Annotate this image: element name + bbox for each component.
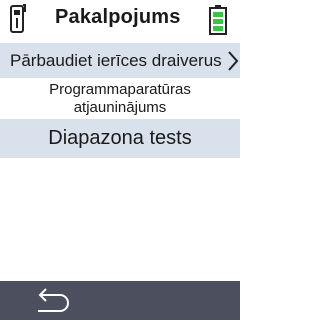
menu-item-check-drivers[interactable]: Pārbaudiet ierīces draiverus bbox=[0, 43, 240, 78]
page-title: Pakalpojums bbox=[55, 6, 181, 28]
menu-item-firmware-update[interactable]: Programmaparatūras atjauninājums bbox=[0, 79, 240, 117]
bottom-bar bbox=[0, 281, 240, 320]
menu-item-label: Pārbaudiet ierīces draiverus bbox=[10, 51, 222, 70]
menu-item-label: Programmaparatūras atjauninājums bbox=[0, 79, 240, 117]
back-button[interactable] bbox=[26, 285, 78, 317]
menu-item-label-line1: Programmaparatūras bbox=[49, 81, 191, 98]
header: Pakalpojums bbox=[0, 0, 240, 38]
pager-device-icon bbox=[6, 4, 28, 39]
back-arrow-icon bbox=[38, 288, 69, 312]
chevron-right-icon bbox=[227, 50, 239, 77]
menu-item-label: Diapazona tests bbox=[48, 127, 192, 149]
menu-item-range-test[interactable]: Diapazona tests bbox=[0, 119, 240, 158]
menu-item-label-line2: atjauninājums bbox=[73, 99, 167, 116]
battery-full-icon bbox=[208, 5, 228, 40]
